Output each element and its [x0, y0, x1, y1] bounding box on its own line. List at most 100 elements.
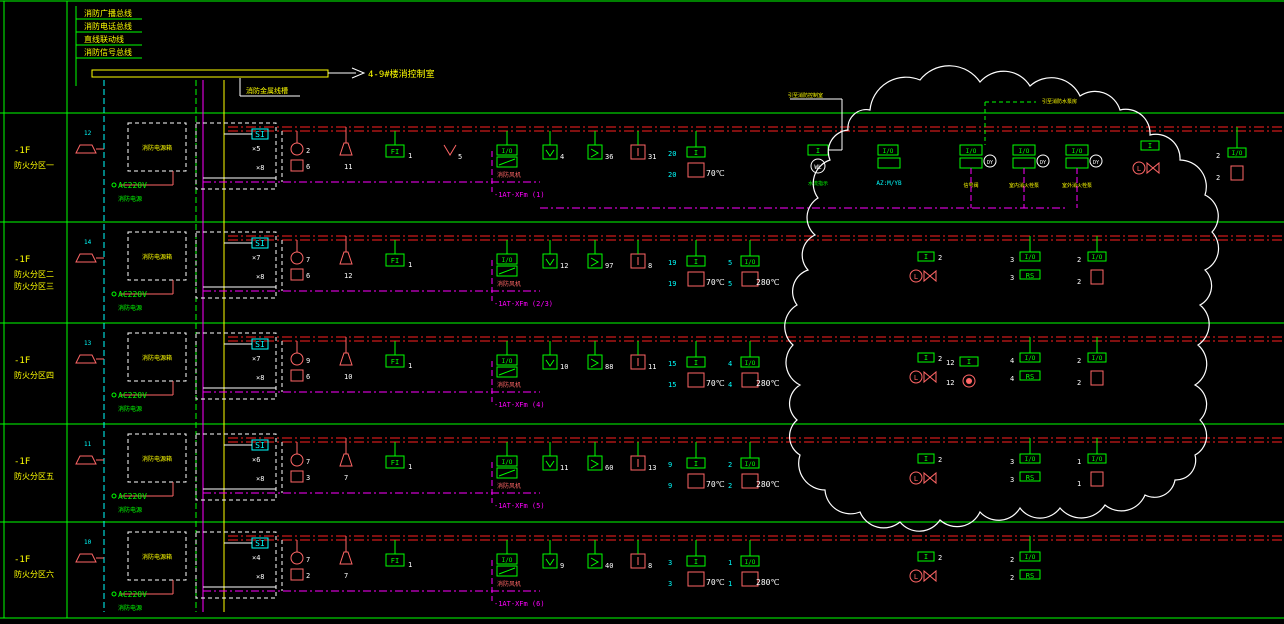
io2-label: I/O	[1092, 254, 1103, 261]
detector-3-count: 31	[648, 153, 656, 161]
speaker-count: 7	[306, 256, 310, 264]
detector-1-count: 9	[560, 562, 564, 570]
pump-io-label: I	[967, 358, 971, 366]
pump-left2: 12	[946, 379, 954, 387]
x-top-label: ×6	[252, 456, 260, 464]
temp280-left: 4	[728, 360, 732, 368]
r1-right-left: 2	[1216, 152, 1220, 160]
dy-io-label: I/O	[1019, 148, 1030, 155]
x-top-label: ×5	[252, 145, 260, 153]
x-top-label: ×7	[252, 355, 260, 363]
si-label: SI	[255, 441, 265, 450]
zone-name: 防火分区六	[14, 569, 54, 579]
rs-left2: 3	[1010, 274, 1014, 282]
fan-label: 消防风机	[497, 280, 521, 288]
r1-io-right-label: I/O	[1232, 150, 1243, 157]
temp280-left: 2	[728, 461, 732, 469]
detector-3-count: 8	[648, 262, 652, 270]
speaker-count: 2	[306, 147, 310, 155]
zone-name: 防火分区一	[14, 160, 54, 170]
rs-left2: 2	[1010, 574, 1014, 582]
fan-code: -1AT-XFm (5)	[494, 502, 545, 510]
temp70-left: 15	[668, 360, 676, 368]
az-caption: AZ:M/YB	[876, 180, 902, 187]
temp280-left: 5	[728, 259, 732, 267]
zone-name: 防火分区二	[14, 269, 54, 279]
rs-label: RS	[1026, 474, 1034, 482]
io2-left2: 2	[1077, 379, 1081, 387]
temp70-left: 9	[668, 461, 672, 469]
temp70-io-label: I	[694, 149, 698, 157]
detector-2-count: 60	[605, 464, 613, 472]
si-label: SI	[255, 539, 265, 548]
temp70-io-label: I	[694, 460, 698, 468]
power-box-label: 消防电源箱	[142, 553, 172, 561]
temp280-right: 1	[728, 580, 732, 588]
ac-label: AC220V	[118, 290, 147, 299]
temp70-label: 70℃	[706, 578, 725, 587]
valve-io-label: I	[924, 553, 928, 561]
x-bottom-label: ×8	[256, 164, 264, 172]
temp280-right: 2	[728, 482, 732, 490]
fan-label: 消防风机	[497, 580, 521, 588]
io2-left: 1	[1077, 458, 1081, 466]
zone-name: 防火分区四	[14, 370, 54, 380]
background	[0, 0, 1284, 620]
temp280-io-label: I/O	[745, 360, 756, 367]
r1-right-left2: 2	[1216, 174, 1220, 182]
x-bottom-label: ×8	[256, 374, 264, 382]
legend-line-label: 消防信号总线	[84, 47, 132, 57]
fan-label: 消防风机	[497, 171, 521, 179]
x-top-label: ×7	[252, 254, 260, 262]
fan-io-label: I/O	[502, 257, 513, 264]
detector-1-count: 4	[560, 153, 564, 161]
legend-line-label: 直线联动线	[84, 34, 124, 44]
io2-left: 2	[1077, 256, 1081, 264]
fi-count: 1	[408, 463, 412, 471]
fan-io-label: I/O	[502, 459, 513, 466]
y-count: 5	[458, 153, 462, 161]
ac-label: AC220V	[118, 391, 147, 400]
rs-io-label: I/O	[1025, 554, 1036, 561]
temp70-left: 3	[668, 559, 672, 567]
rs-label: RS	[1026, 572, 1034, 580]
temp70-left: 19	[668, 259, 676, 267]
detector-1-count: 12	[560, 262, 568, 270]
input-count: 11	[84, 441, 92, 448]
ac-label: AC220V	[118, 181, 147, 190]
valve-motor-label: L	[914, 475, 918, 483]
temp70-label: 70℃	[706, 379, 725, 388]
fan-code: -1AT-XFm (2/3)	[494, 300, 553, 308]
temp70-right: 3	[668, 580, 672, 588]
fan-label: 消防风机	[497, 381, 521, 389]
io2-left2: 2	[1077, 278, 1081, 286]
r1-valve-io-label: I	[1148, 142, 1152, 150]
rs-left: 3	[1010, 256, 1014, 264]
detector-3-count: 11	[648, 363, 656, 371]
ac-label: AC220V	[118, 590, 147, 599]
phone-count: 6	[306, 373, 310, 381]
fi-label: FI	[391, 257, 399, 265]
power-label: 消防电源	[118, 604, 142, 612]
fi-label: FI	[391, 358, 399, 366]
temp280-label: 280℃	[756, 480, 779, 489]
valve-count: 2	[938, 254, 942, 262]
diagram-canvas: 消防广播总线消防电话总线直线联动线消防信号总线 4-9#楼消控制室消防金属线槽 -…	[0, 0, 1284, 620]
temp70-io-label: I	[694, 558, 698, 566]
phone-count: 6	[306, 272, 310, 280]
temp280-io-label: I/O	[745, 461, 756, 468]
fi-label: FI	[391, 459, 399, 467]
io2-left: 2	[1077, 357, 1081, 365]
cloud-note-1: 引至消防控制室	[788, 92, 823, 99]
floor-name: -1F	[14, 255, 30, 265]
detector-2-count: 40	[605, 562, 613, 570]
x-top-label: ×4	[252, 554, 260, 562]
pump-left: 12	[946, 359, 954, 367]
valve-count: 2	[938, 554, 942, 562]
valve-io-label: I	[924, 455, 928, 463]
rs-io-label: I/O	[1025, 254, 1036, 261]
temp70-right: 9	[668, 482, 672, 490]
phone-count: 2	[306, 572, 310, 580]
temp70-right: 20	[668, 171, 676, 179]
detector-1-count: 11	[560, 464, 568, 472]
